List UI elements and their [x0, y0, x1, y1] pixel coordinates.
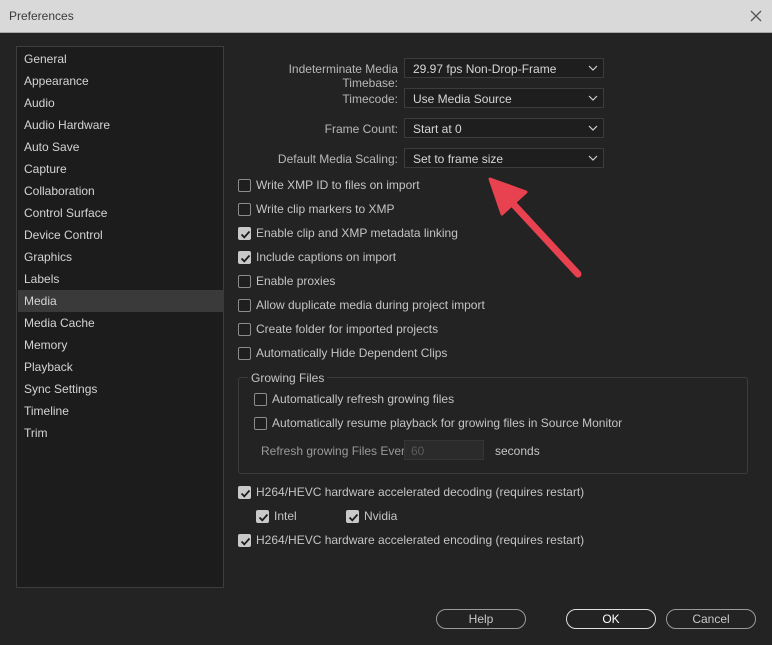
- checkbox-box[interactable]: [346, 510, 359, 523]
- timebase-dropdown[interactable]: 29.97 fps Non-Drop-Frame: [404, 58, 604, 78]
- checkbox-box[interactable]: [254, 417, 267, 430]
- captions-label: Include captions on import: [256, 250, 397, 264]
- media-scaling-label: Default Media Scaling:: [277, 152, 398, 166]
- sidebar-item-memory[interactable]: Memory: [18, 334, 224, 356]
- hw-decoding-label: H264/HEVC hardware accelerated decoding …: [256, 485, 585, 499]
- resume-playback-label: Automatically resume playback for growin…: [272, 416, 623, 430]
- frame-count-dropdown[interactable]: Start at 0: [404, 118, 604, 138]
- cancel-button[interactable]: Cancel: [666, 609, 756, 629]
- checkbox-box[interactable]: [256, 510, 269, 523]
- timecode-label: Timecode:: [342, 92, 398, 106]
- refresh-interval-label: Refresh growing Files Every: [261, 444, 412, 458]
- proxies-label: Enable proxies: [256, 274, 336, 288]
- duplicate-media-label: Allow duplicate media during project imp…: [256, 298, 485, 312]
- checkbox-box[interactable]: [238, 227, 251, 240]
- sidebar-item-audio-hardware[interactable]: Audio Hardware: [18, 114, 224, 136]
- sidebar-item-appearance[interactable]: Appearance: [18, 70, 224, 92]
- window-title: Preferences: [9, 9, 74, 23]
- sidebar-item-timeline[interactable]: Timeline: [18, 400, 224, 422]
- sidebar-item-auto-save[interactable]: Auto Save: [18, 136, 224, 158]
- hw-encoding-label: H264/HEVC hardware accelerated encoding …: [256, 533, 585, 547]
- timebase-label: Indeterminate Media Timebase:: [288, 62, 398, 90]
- timecode-dropdown[interactable]: Use Media Source: [404, 88, 604, 108]
- refresh-interval-value: 60: [411, 444, 425, 458]
- chevron-down-icon: [588, 125, 598, 131]
- preferences-category-list: General Appearance Audio Audio Hardware …: [16, 46, 224, 588]
- sidebar-item-sync-settings[interactable]: Sync Settings: [18, 378, 224, 400]
- timecode-value: Use Media Source: [413, 92, 512, 106]
- sidebar-item-media-cache[interactable]: Media Cache: [18, 312, 224, 334]
- checkbox-box[interactable]: [238, 347, 251, 360]
- sidebar-item-capture[interactable]: Capture: [18, 158, 224, 180]
- sidebar-item-device-control[interactable]: Device Control: [18, 224, 224, 246]
- chevron-down-icon: [588, 65, 598, 71]
- sidebar-item-graphics[interactable]: Graphics: [18, 246, 224, 268]
- nvidia-label: Nvidia: [364, 509, 398, 523]
- close-icon[interactable]: [746, 6, 766, 26]
- checkbox-box[interactable]: [238, 486, 251, 499]
- sidebar-item-media[interactable]: Media: [18, 290, 224, 312]
- create-folder-label: Create folder for imported projects: [256, 322, 439, 336]
- sidebar-item-playback[interactable]: Playback: [18, 356, 224, 378]
- intel-label: Intel: [274, 509, 297, 523]
- checkbox-box[interactable]: [238, 275, 251, 288]
- checkbox-box[interactable]: [238, 203, 251, 216]
- annotation-arrow-icon: [488, 177, 582, 278]
- sidebar-item-general[interactable]: General: [18, 48, 224, 70]
- media-scaling-value: Set to frame size: [413, 152, 504, 166]
- sidebar-item-collaboration[interactable]: Collaboration: [18, 180, 224, 202]
- growing-files-title: Growing Files: [248, 371, 328, 385]
- ok-button[interactable]: OK: [566, 609, 656, 629]
- write-xmp-label: Write XMP ID to files on import: [256, 178, 420, 192]
- checkbox-box[interactable]: [254, 393, 267, 406]
- checkbox-box[interactable]: [238, 299, 251, 312]
- sidebar-item-trim[interactable]: Trim: [18, 422, 224, 444]
- metadata-linking-label: Enable clip and XMP metadata linking: [256, 226, 458, 240]
- media-scaling-dropdown[interactable]: Set to frame size: [404, 148, 604, 168]
- help-button[interactable]: Help: [436, 609, 526, 629]
- chevron-down-icon: [588, 95, 598, 101]
- refresh-interval-input[interactable]: 60: [404, 440, 484, 460]
- checkbox-box[interactable]: [238, 179, 251, 192]
- frame-count-value: Start at 0: [413, 122, 462, 136]
- sidebar-item-audio[interactable]: Audio: [18, 92, 224, 114]
- frame-count-label: Frame Count:: [324, 122, 398, 136]
- checkbox-box[interactable]: [238, 251, 251, 264]
- hide-dependent-label: Automatically Hide Dependent Clips: [256, 346, 448, 360]
- sidebar-item-control-surface[interactable]: Control Surface: [18, 202, 224, 224]
- refresh-growing-label: Automatically refresh growing files: [272, 392, 455, 406]
- timebase-value: 29.97 fps Non-Drop-Frame: [413, 62, 557, 76]
- refresh-interval-unit: seconds: [495, 444, 540, 458]
- chevron-down-icon: [588, 155, 598, 161]
- clip-markers-label: Write clip markers to XMP: [256, 202, 395, 216]
- title-bar: Preferences: [0, 0, 772, 33]
- checkbox-box[interactable]: [238, 534, 251, 547]
- checkbox-box[interactable]: [238, 323, 251, 336]
- sidebar-item-labels[interactable]: Labels: [18, 268, 224, 290]
